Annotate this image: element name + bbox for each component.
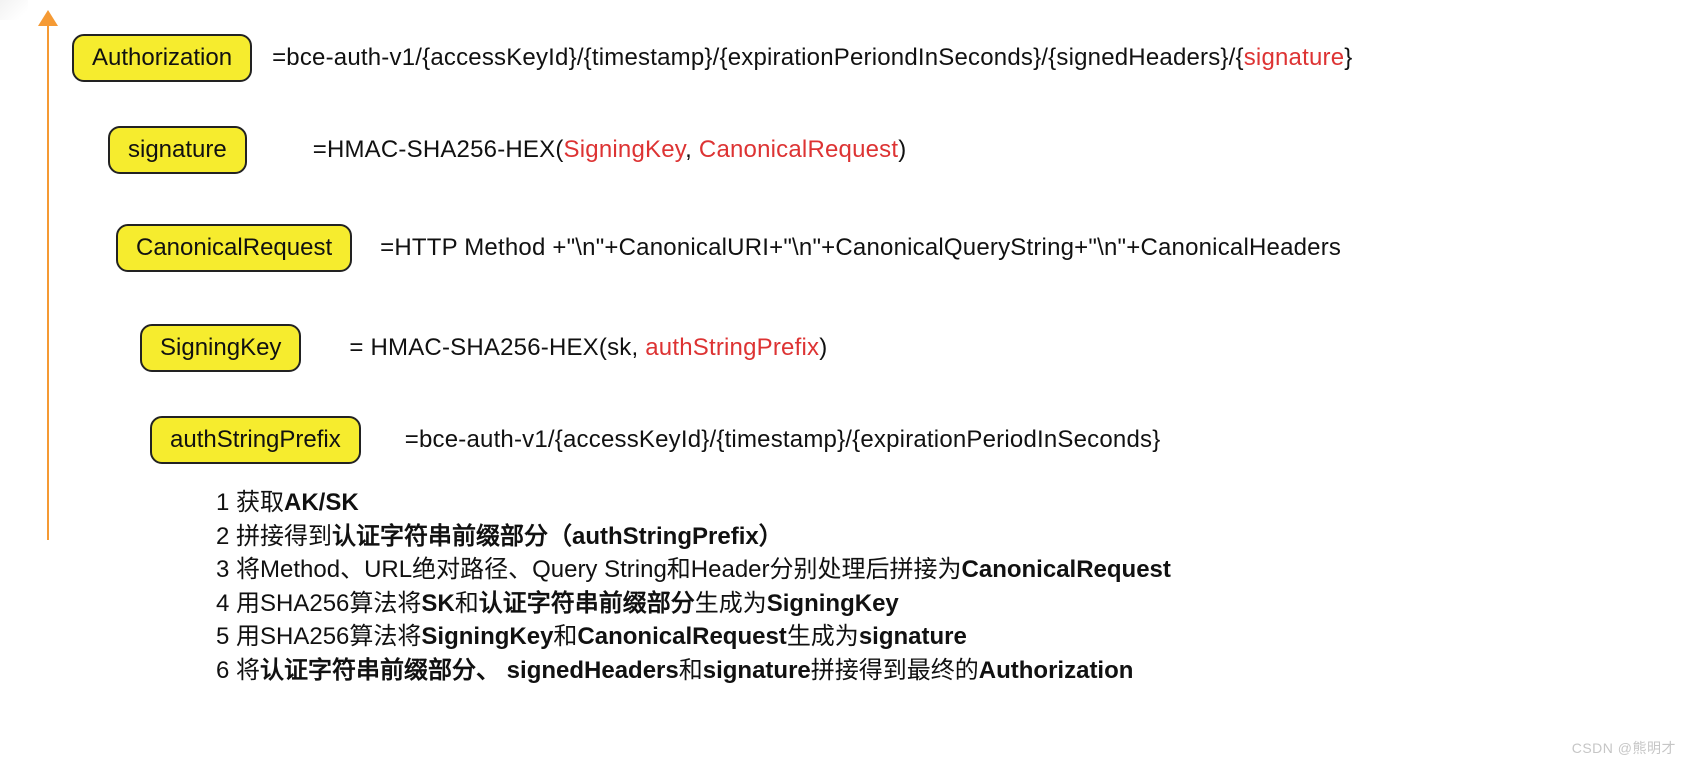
chip-signature: signature — [108, 126, 247, 174]
step-line: 1 获取AK/SK — [216, 486, 1171, 520]
step-line: 5 用SHA256算法将SigningKey和CanonicalRequest生… — [216, 620, 1171, 654]
formula-canonical-request: =HTTP Method +"\n"+CanonicalURI+"\n"+Can… — [380, 234, 1341, 262]
chip-authorization: Authorization — [72, 34, 252, 82]
row-signing-key: SigningKey = HMAC-SHA256-HEX(sk, authStr… — [140, 320, 827, 376]
page-corner-shadow — [0, 0, 28, 20]
chip-auth-string-prefix: authStringPrefix — [150, 416, 361, 464]
step-line: 4 用SHA256算法将SK和认证字符串前缀部分生成为SigningKey — [216, 587, 1171, 621]
step-line: 6 将认证字符串前缀部分、 signedHeaders和signature拼接得… — [216, 654, 1171, 688]
flow-arrow-up — [38, 10, 58, 540]
chip-signing-key: SigningKey — [140, 324, 301, 372]
formula-signing-key: = HMAC-SHA256-HEX(sk, authStringPrefix) — [349, 334, 827, 362]
step-line: 2 拼接得到认证字符串前缀部分（authStringPrefix） — [216, 520, 1171, 554]
diagram-canvas: Authorization =bce-auth-v1/{accessKeyId}… — [0, 0, 1698, 768]
watermark-text: CSDN @熊明才 — [1572, 738, 1676, 758]
row-signature: signature =HMAC-SHA256-HEX(SigningKey, C… — [108, 122, 906, 178]
steps-list: 1 获取AK/SK2 拼接得到认证字符串前缀部分（authStringPrefi… — [216, 486, 1171, 688]
formula-signature: =HMAC-SHA256-HEX(SigningKey, CanonicalRe… — [313, 136, 907, 164]
chip-canonical-request: CanonicalRequest — [116, 224, 352, 272]
row-authorization: Authorization =bce-auth-v1/{accessKeyId}… — [72, 30, 1352, 86]
formula-authorization: =bce-auth-v1/{accessKeyId}/{timestamp}/{… — [272, 44, 1352, 72]
row-auth-string-prefix: authStringPrefix =bce-auth-v1/{accessKey… — [150, 412, 1160, 468]
formula-auth-string-prefix: =bce-auth-v1/{accessKeyId}/{timestamp}/{… — [405, 426, 1161, 454]
row-canonical-request: CanonicalRequest =HTTP Method +"\n"+Cano… — [116, 220, 1341, 276]
step-line: 3 将Method、URL绝对路径、Query String和Header分别处… — [216, 553, 1171, 587]
arrow-line — [47, 22, 49, 540]
